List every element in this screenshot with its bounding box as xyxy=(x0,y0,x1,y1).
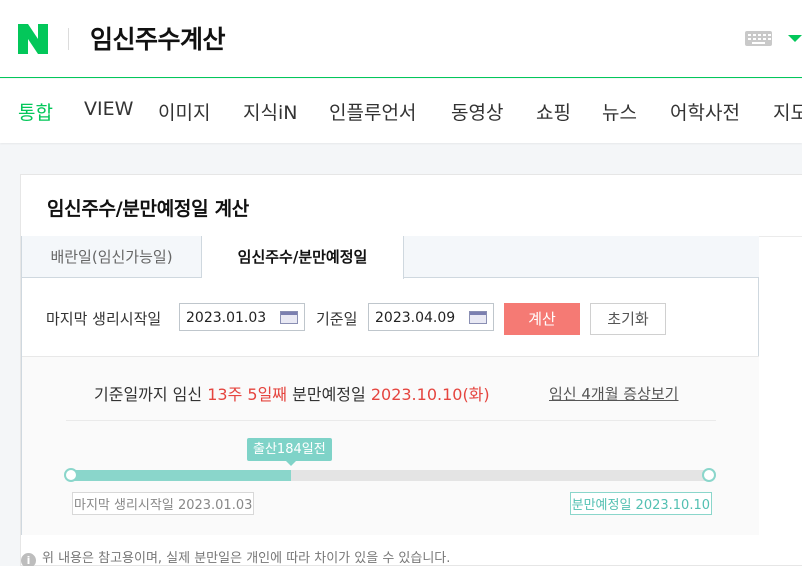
naver-logo-icon[interactable] xyxy=(18,24,48,54)
calendar-icon[interactable] xyxy=(469,311,487,324)
progress-end-knob xyxy=(702,468,716,482)
disclaimer-text: 위 내용은 참고용이며, 실제 분만일은 개인에 따라 차이가 있을 수 있습니… xyxy=(42,551,451,566)
header: 임신주수계산 xyxy=(0,0,802,78)
tab-dictionary[interactable]: 어학사전 xyxy=(670,98,740,125)
tab-news[interactable]: 뉴스 xyxy=(602,98,637,125)
result-summary: 기준일까지 임신 13주 5일째 분만예정일 2023.10.10(화) xyxy=(94,381,490,405)
pregnancy-weeks: 13주 5일째 xyxy=(207,385,288,404)
tab-map[interactable]: 지도 xyxy=(773,98,802,125)
calculator-widget: 배란일(임신가능일) 임신주수/분만예정일 마지막 생리시작일 2023.01.… xyxy=(21,236,759,535)
autocomplete-arrow-icon[interactable] xyxy=(788,35,802,42)
tab-knowledge-in[interactable]: 지식iN xyxy=(243,98,297,125)
last-period-value: 2023.01.03 xyxy=(186,310,267,326)
calculate-button[interactable]: 계산 xyxy=(504,303,580,335)
last-period-label: 마지막 생리시작일 xyxy=(46,310,162,328)
tab-images[interactable]: 이미지 xyxy=(158,98,210,125)
start-date-label: 마지막 생리시작일 2023.01.03 xyxy=(72,492,255,515)
reset-button[interactable]: 초기화 xyxy=(590,303,666,335)
tab-influencer[interactable]: 인플루언서 xyxy=(329,98,416,125)
base-date-label: 기준일 xyxy=(316,310,358,328)
info-icon: i xyxy=(21,553,36,566)
calculator-card: 임신주수/분만예정일 계산 배란일(임신가능일) 임신주수/분만예정일 마지막 … xyxy=(20,174,802,566)
symptoms-link[interactable]: 임신 4개월 증상보기 xyxy=(549,383,678,404)
result-divider xyxy=(66,420,716,421)
disclaimer-note: i 위 내용은 참고용이며, 실제 분만일은 개인에 따라 차이가 있을 수 있습… xyxy=(21,547,450,566)
widget-tab-bar: 배란일(임신가능일) 임신주수/분만예정일 xyxy=(22,236,759,279)
end-date-label: 분만예정일 2023.10.10 xyxy=(569,492,712,515)
tab-view[interactable]: VIEW xyxy=(84,98,133,120)
calendar-icon[interactable] xyxy=(280,311,298,324)
tab-pregnancy-week[interactable]: 임신주수/분만예정일 xyxy=(202,236,404,279)
progress-fill xyxy=(70,470,291,481)
base-date-input[interactable]: 2023.04.09 xyxy=(368,303,494,331)
bubble-tail xyxy=(286,461,296,466)
tab-ovulation[interactable]: 배란일(임신가능일) xyxy=(22,236,202,278)
days-remaining-bubble: 출산184일전 xyxy=(247,438,332,461)
logo-separator xyxy=(68,28,69,50)
tab-shopping[interactable]: 쇼핑 xyxy=(536,98,571,125)
search-query[interactable]: 임신주수계산 xyxy=(90,20,226,56)
input-row: 마지막 생리시작일 2023.01.03 기준일 2023.04.09 계산 초… xyxy=(22,303,759,335)
keyboard-icon[interactable] xyxy=(745,31,772,46)
card-title: 임신주수/분만예정일 계산 xyxy=(47,198,249,220)
due-date-value: 2023.10.10(화) xyxy=(370,385,490,404)
search-tabs: 통합 VIEW 이미지 지식iN 인플루언서 동영상 쇼핑 뉴스 어학사전 지도 xyxy=(0,79,802,143)
result-prefix: 기준일까지 임신 xyxy=(94,385,203,404)
base-date-value: 2023.04.09 xyxy=(375,310,456,326)
tab-video[interactable]: 동영상 xyxy=(451,98,503,125)
tab-integrated[interactable]: 통합 xyxy=(18,98,53,125)
result-area: 기준일까지 임신 13주 5일째 분만예정일 2023.10.10(화) 임신 … xyxy=(22,356,759,535)
progress-track xyxy=(70,470,710,481)
last-period-input[interactable]: 2023.01.03 xyxy=(179,303,305,331)
due-date-label: 분만예정일 xyxy=(292,385,366,404)
progress-start-knob xyxy=(64,468,78,482)
